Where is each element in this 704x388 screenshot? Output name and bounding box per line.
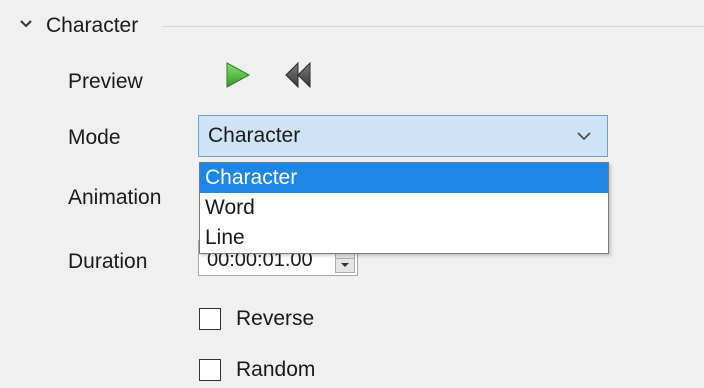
preview-label: Preview: [68, 70, 143, 93]
caret-down-icon: [341, 263, 349, 268]
chevron-down-icon: [577, 132, 591, 141]
mode-dropdown-list: Character Word Line: [199, 162, 609, 254]
mode-option-line[interactable]: Line: [200, 223, 608, 253]
random-option[interactable]: Random: [199, 358, 315, 382]
rewind-icon: [285, 61, 311, 89]
section-divider: [162, 26, 704, 27]
random-checkbox[interactable]: [199, 359, 221, 381]
reverse-checkbox[interactable]: [199, 308, 221, 330]
mode-select-value: Character: [208, 124, 301, 147]
spin-down-button[interactable]: [335, 257, 355, 273]
section-chevron-icon[interactable]: [18, 16, 34, 32]
mode-select[interactable]: Character: [198, 115, 608, 157]
random-label[interactable]: Random: [236, 358, 315, 382]
mode-label: Mode: [68, 126, 121, 149]
reverse-option[interactable]: Reverse: [199, 307, 314, 331]
play-button[interactable]: [220, 60, 254, 90]
rewind-button[interactable]: [282, 60, 316, 90]
section-title[interactable]: Character: [46, 14, 138, 38]
mode-option-word[interactable]: Word: [200, 193, 608, 223]
reverse-label[interactable]: Reverse: [236, 307, 314, 331]
mode-option-character[interactable]: Character: [200, 163, 608, 193]
play-icon: [226, 62, 251, 88]
animation-label: Animation: [68, 186, 162, 209]
duration-label: Duration: [68, 250, 148, 273]
